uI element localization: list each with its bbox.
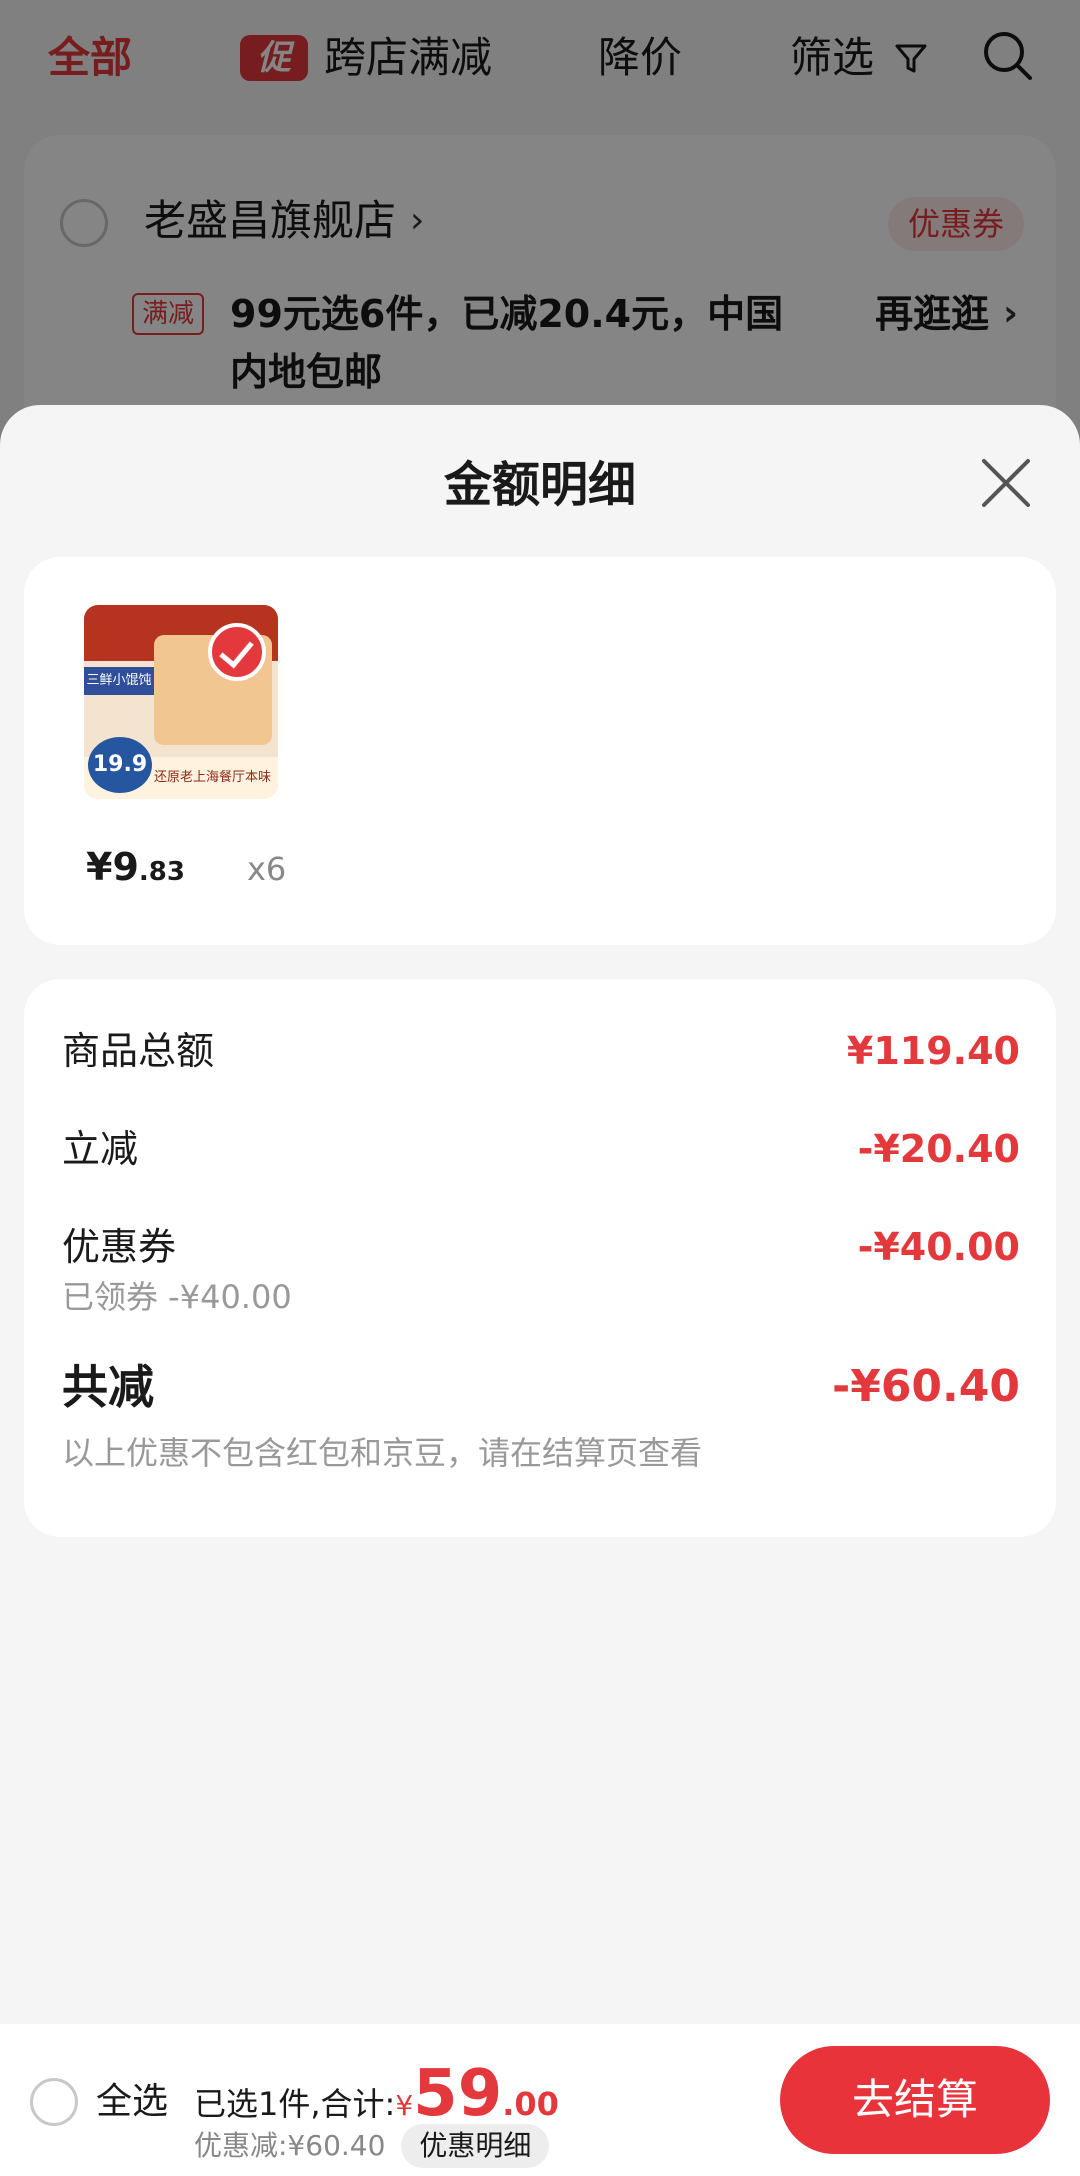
instant-discount-row: 立减 -¥20.40 [62, 1123, 1020, 1175]
total-amount-dec: .00 [502, 2085, 559, 2123]
unit-price: ¥9.83 [86, 845, 185, 889]
instant-discount-label: 立减 [62, 1127, 139, 1171]
instant-discount-value: -¥20.40 [857, 1127, 1020, 1171]
total-amount-line: 已选1件,合计: ¥ 59 .00 [194, 2062, 559, 2126]
goods-total-value: ¥119.40 [846, 1029, 1020, 1073]
discount-line: 优惠减:¥60.40 优惠明细 [194, 2124, 550, 2168]
product-thumbnail[interactable]: 三鲜小馄饨 还原老上海餐厅本味 19.9 [84, 605, 278, 799]
amount-detail-sheet: 金额明细 三鲜小馄饨 还原老上海餐厅本味 19.9 ¥9.83 x6 商品总额 … [0, 405, 1080, 2176]
sheet-title: 金额明细 [443, 457, 636, 513]
checkout-bar: 全选 已选1件,合计: ¥ 59 .00 优惠减:¥60.40 优惠明细 去结算 [0, 2024, 1080, 2176]
selected-count-text: 已选1件,合计: [194, 2085, 396, 2123]
select-all-label[interactable]: 全选 [96, 2076, 168, 2128]
total-discount-note: 以上优惠不包含红包和京豆，请在结算页查看 [62, 1434, 703, 1472]
amount-summary-card: 商品总额 ¥119.40 立减 -¥20.40 优惠券 -¥40.00 已领券 … [24, 979, 1056, 1537]
select-all-radio[interactable] [30, 2078, 78, 2126]
discount-text: 优惠减:¥60.40 [194, 2129, 386, 2162]
total-discount-label: 共减 [62, 1360, 154, 1414]
goods-total-label: 商品总额 [62, 1029, 215, 1073]
unit-price-int: ¥9 [86, 845, 139, 889]
close-icon[interactable] [980, 457, 1032, 509]
total-discount-value: -¥60.40 [831, 1361, 1020, 1412]
thumb-price-badge: 19.9 [88, 737, 152, 793]
goods-total-row: 商品总额 ¥119.40 [62, 1025, 1020, 1077]
coupon-value: -¥40.00 [857, 1225, 1020, 1269]
product-price-row: ¥9.83 x6 [86, 845, 286, 889]
product-card: 三鲜小馄饨 还原老上海餐厅本味 19.9 ¥9.83 x6 [24, 557, 1056, 945]
coupon-note: 已领券 -¥40.00 [62, 1278, 292, 1316]
checkout-button[interactable]: 去结算 [780, 2046, 1050, 2154]
thumb-label: 三鲜小馄饨 [84, 667, 154, 695]
checkmark-icon [208, 623, 266, 681]
total-discount-row: 共减 -¥60.40 [62, 1361, 1020, 1413]
discount-detail-button[interactable]: 优惠明细 [401, 2124, 550, 2168]
currency-symbol: ¥ [395, 2089, 414, 2122]
coupon-label: 优惠券 [62, 1225, 177, 1269]
total-amount-int: 59 [413, 2057, 503, 2131]
unit-price-dec: .83 [138, 857, 185, 887]
product-quantity: x6 [246, 850, 287, 888]
coupon-row: 优惠券 -¥40.00 [62, 1221, 1020, 1273]
